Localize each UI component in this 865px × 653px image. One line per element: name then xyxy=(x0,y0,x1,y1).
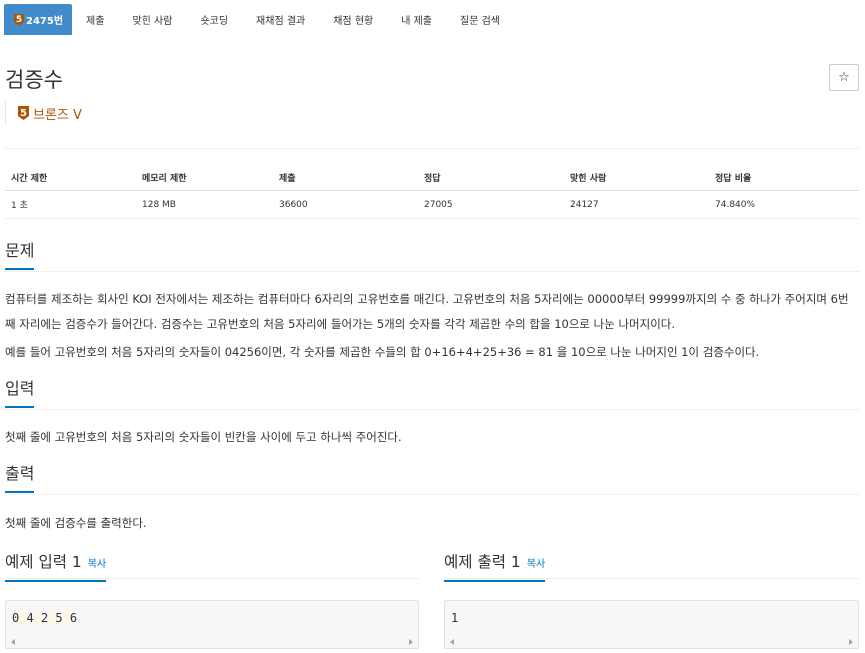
output-section-header: 출력 xyxy=(5,463,859,495)
output-description: 첫째 줄에 검증수를 출력한다. xyxy=(5,516,147,530)
cell-time-limit: 1 초 xyxy=(11,201,28,211)
sample-input-box[interactable]: 0 4 2 5 6 xyxy=(5,600,419,649)
header-solvers: 맞힌 사람 xyxy=(570,174,607,184)
problem-info-table: 시간 제한 메모리 제한 제출 정답 맞힌 사람 정답 비율 1 초 128 M… xyxy=(5,165,859,219)
page-title: 검증수 xyxy=(5,68,63,92)
tier-badge-icon: 5 xyxy=(18,106,29,120)
favorite-star-button[interactable]: ☆ xyxy=(829,64,859,91)
output-title: 출력 xyxy=(5,463,35,493)
header-accept-ratio: 정답 비율 xyxy=(715,174,752,184)
scroll-left-arrow-icon[interactable] xyxy=(450,639,454,645)
cell-memory-limit: 128 MB xyxy=(142,199,176,210)
nav-my-submissions[interactable]: 내 제출 xyxy=(387,4,446,35)
sample-input-token: 5 xyxy=(55,611,63,625)
sample-input-title-text: 예제 입력 1 xyxy=(5,553,82,571)
star-icon: ☆ xyxy=(838,70,850,85)
copy-sample-output-button[interactable]: 복사 xyxy=(527,559,545,570)
nav-question-search[interactable]: 질문 검색 xyxy=(446,4,514,35)
nav-rejudge-results[interactable]: 재채점 결과 xyxy=(242,4,319,35)
nav-problem-number[interactable]: 5 2475번 xyxy=(4,4,73,35)
sample-input-text: 0 4 2 5 6 xyxy=(12,609,77,627)
sample-input-token: 6 xyxy=(69,611,78,625)
problem-tier: 5 브론즈 V xyxy=(5,101,82,125)
sample-input-header: 예제 입력 1 복사 xyxy=(5,551,419,582)
sample-input-title: 예제 입력 1 복사 xyxy=(5,551,107,582)
copy-sample-input-button[interactable]: 복사 xyxy=(88,559,106,570)
header-accepted: 정답 xyxy=(424,174,441,184)
description-paragraph-2: 예를 들어 고유번호의 처음 5자리의 숫자들이 04256이면, 각 숫자를 … xyxy=(5,345,760,359)
problem-number-label: 2475번 xyxy=(26,16,64,27)
cell-accepted: 27005 xyxy=(424,199,453,210)
sample-output-box[interactable]: 1 xyxy=(444,600,859,649)
nav-short-coding[interactable]: 숏코딩 xyxy=(186,4,242,35)
sample-output-title-text: 예제 출력 1 xyxy=(444,553,521,571)
sample-output-text: 1 xyxy=(451,611,459,625)
sample-output-header: 예제 출력 1 복사 xyxy=(444,551,859,582)
input-description: 첫째 줄에 고유번호의 처음 5자리의 숫자들이 빈칸을 사이에 두고 하나씩 … xyxy=(5,430,402,444)
nav-submit[interactable]: 제출 xyxy=(72,4,118,35)
nav-solvers[interactable]: 맞힌 사람 xyxy=(118,4,186,35)
scroll-right-arrow-icon[interactable] xyxy=(849,639,853,645)
description-paragraph-1: 컴퓨터를 제조하는 회사인 KOI 전자에서는 제조하는 컴퓨터마다 6자리의 … xyxy=(5,292,849,331)
header-submissions: 제출 xyxy=(279,174,296,184)
tier-name[interactable]: 브론즈 V xyxy=(33,104,82,123)
cell-solvers: 24127 xyxy=(570,199,599,210)
description-section-header: 문제 xyxy=(5,240,859,272)
header-memory-limit: 메모리 제한 xyxy=(142,174,187,184)
horizontal-scrollbar[interactable] xyxy=(6,636,418,648)
scroll-right-arrow-icon[interactable] xyxy=(409,639,413,645)
header-time-limit: 시간 제한 xyxy=(11,174,48,184)
sample-output-title: 예제 출력 1 복사 xyxy=(444,551,546,582)
scroll-left-arrow-icon[interactable] xyxy=(11,639,15,645)
cell-accept-ratio: 74.840% xyxy=(715,199,756,210)
sample-input-token: 4 xyxy=(26,611,34,625)
cell-submissions: 36600 xyxy=(279,199,308,210)
table-header-row: 시간 제한 메모리 제한 제출 정답 맞힌 사람 정답 비율 xyxy=(5,165,859,191)
divider xyxy=(5,148,859,149)
table-row: 1 초 128 MB 36600 27005 24127 74.840% xyxy=(5,191,859,219)
nav-judge-status[interactable]: 채점 현황 xyxy=(319,4,387,35)
input-section-header: 입력 xyxy=(5,378,859,410)
problem-nav: 5 2475번 제출 맞힌 사람 숏코딩 재채점 결과 채점 현황 내 제출 질… xyxy=(4,4,514,35)
horizontal-scrollbar[interactable] xyxy=(445,636,858,648)
tier-badge-icon: 5 xyxy=(14,13,24,26)
input-title: 입력 xyxy=(5,378,35,408)
description-title: 문제 xyxy=(5,240,35,270)
